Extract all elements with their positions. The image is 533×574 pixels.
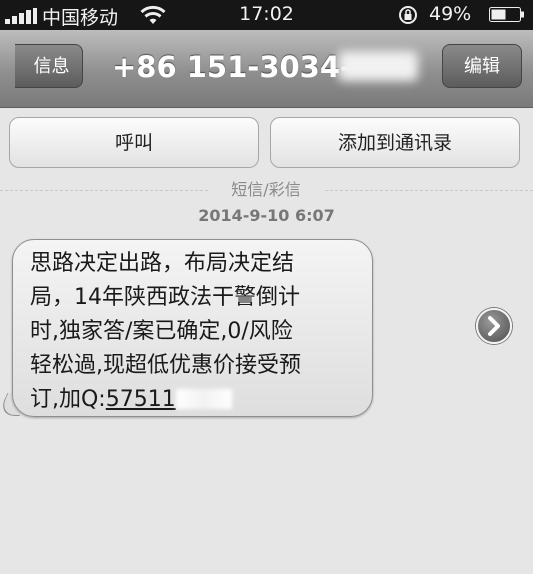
chevron-right-icon — [488, 316, 500, 336]
redacted-qq-blur — [175, 389, 232, 409]
nav-bar: 信息 +86 151-3034- 编辑 — [0, 30, 533, 108]
forward-chevron-button[interactable] — [476, 308, 512, 344]
message-text[interactable]: 思路决定出路，布局决定结 局，14年陕西政法干警倒计 时,独家答/案已确定,0/… — [30, 247, 370, 417]
battery-percent: 49% — [429, 3, 472, 25]
message-type-divider: 短信/彩信 — [0, 178, 533, 204]
edit-button[interactable]: 编辑 — [442, 44, 522, 88]
message-line: 轻松過,现超低优惠价接受预 — [30, 353, 301, 378]
rotation-lock-icon — [399, 6, 417, 24]
qq-number-visible: 57511 — [105, 387, 176, 412]
status-bar: 中国移动 17:02 49% — [0, 0, 533, 30]
message-line: 局，14年陕西政法干警倒计 — [30, 285, 300, 310]
back-button-label: 信息 — [33, 56, 70, 77]
message-line: 订,加Q: — [30, 387, 106, 412]
redacted-number-blur — [338, 51, 418, 81]
message-line: 时,独家答/案已确定,0/风险 — [30, 319, 293, 344]
message-line: 思路决定出路，布局决定结 — [30, 251, 295, 276]
message-timestamp: 2014-9-10 6:07 — [198, 206, 335, 225]
back-button[interactable]: 信息 — [15, 44, 83, 88]
qq-number-link[interactable]: 57511 — [106, 387, 232, 412]
add-to-contacts-button[interactable]: 添加到通讯录 — [270, 117, 520, 168]
message-type-label: 短信/彩信 — [208, 178, 324, 202]
message-line-last: 订,加Q:57511 — [30, 383, 370, 417]
battery-icon — [489, 7, 524, 22]
call-button[interactable]: 呼叫 — [9, 117, 259, 168]
